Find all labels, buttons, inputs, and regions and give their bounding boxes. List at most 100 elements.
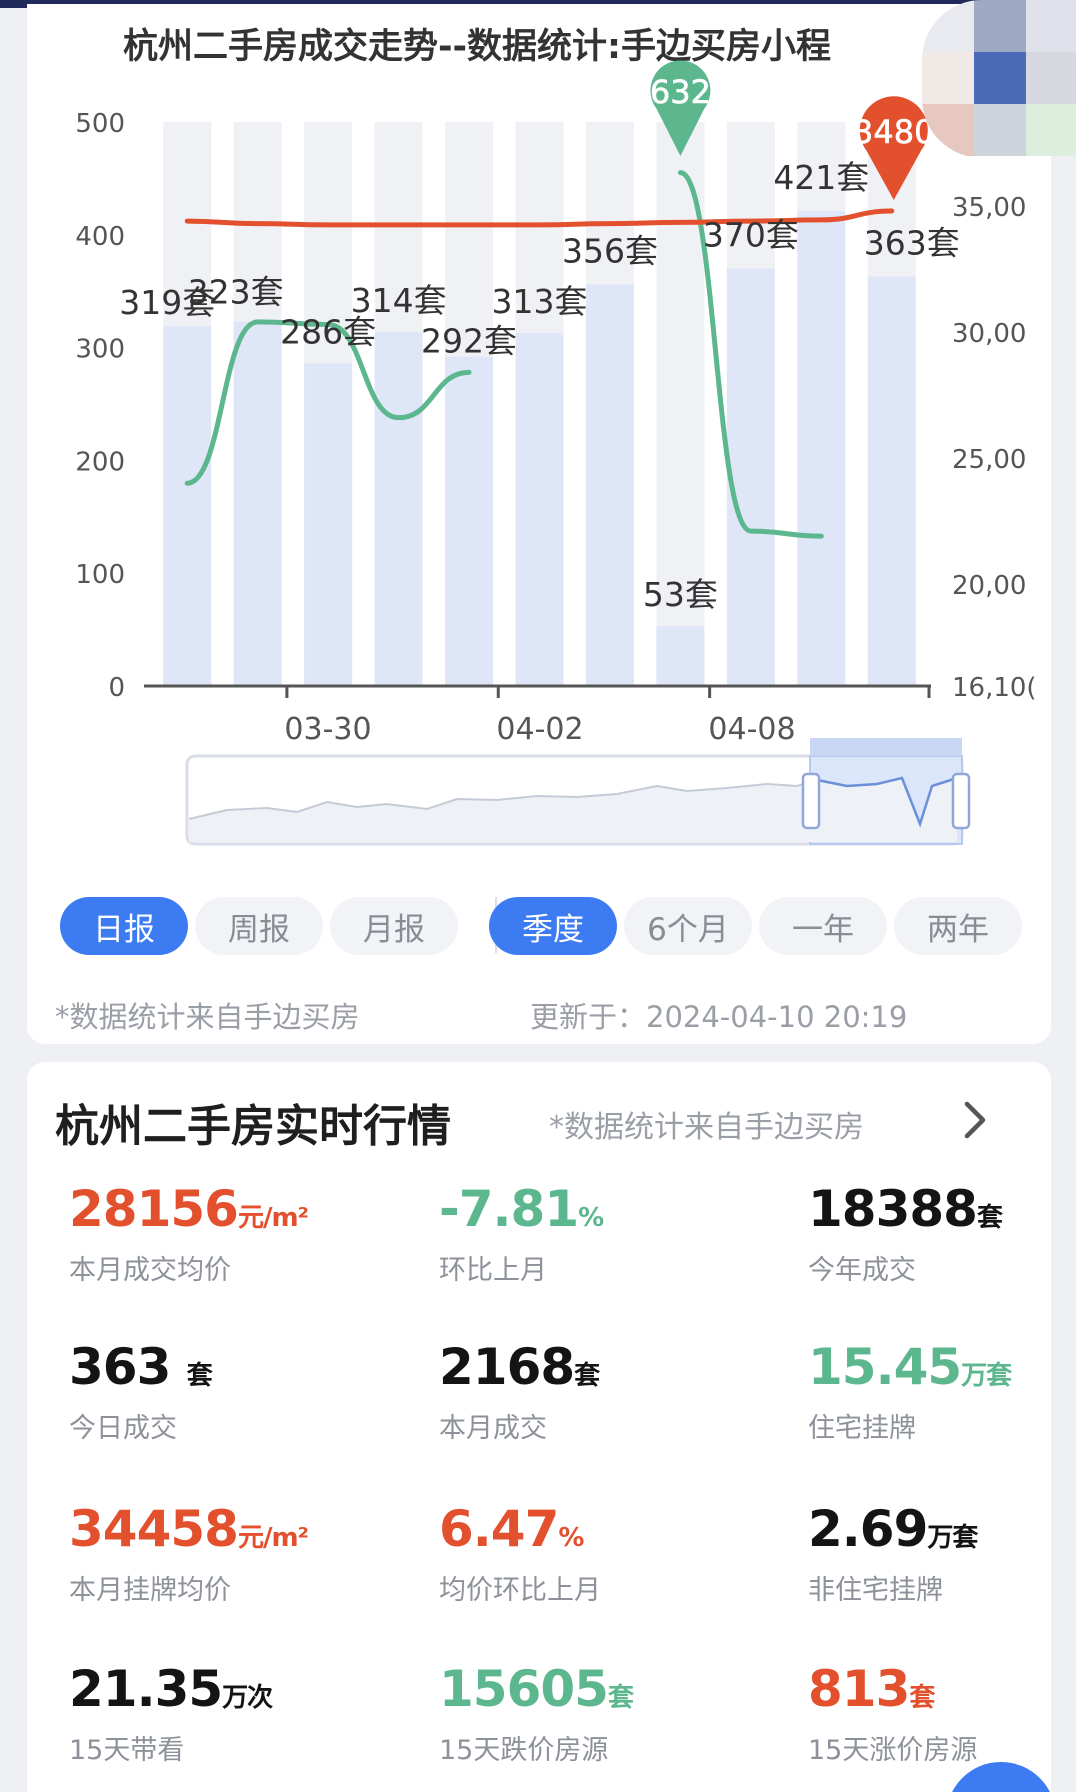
y-left-tick-label: 300 [75,335,125,365]
bar-value-label: 421套 [773,158,869,197]
market-source-note: *数据统计来自手边买房 [549,1110,864,1145]
pin-marker-label: 36325 [630,73,732,111]
stat-value: 2168套 [439,1338,759,1396]
stat-unit: 套 [607,1683,634,1713]
stat-unit: 套 [574,1361,600,1391]
stat-value: 15605套 [439,1660,759,1718]
y-left-tick-label: 0 [108,673,125,703]
zoom-slider-drag-bar [810,738,962,756]
stat-item: 813套 15天涨价房源 [808,1660,1076,1767]
period-tabs: 日报 周报 月报 季度 6个月 一年 两年 [27,897,1076,957]
zoom-slider-handle-right [951,772,971,830]
bar-value-label: 356套 [562,231,658,270]
y-left-tick-label: 400 [75,222,125,252]
stat-value: -7.81% [439,1180,759,1238]
blurred-avatar [922,0,1076,158]
stat-unit: 万套 [927,1523,978,1553]
stat-number: 6.47 [439,1500,559,1558]
y-right-tick-label: 25,00 [952,445,1026,475]
stat-value: 21.35万次 [69,1660,389,1718]
chevron-right-icon[interactable] [955,1098,995,1142]
stat-unit: % [578,1203,604,1233]
x-tick-label: 04-08 [708,712,795,747]
stat-item: 2168套 本月成交 [439,1338,759,1445]
stat-value: 15.45万套 [808,1338,1076,1396]
y-right-tick-label: 30,00 [952,319,1026,349]
stat-item: 18388套今年成交 [808,1180,1076,1287]
stat-number: 813 [808,1660,910,1718]
trend-chart: 0 100 200 300 400 500 16,10( 20,00 25,00 30,00 35,… [75,60,1037,846]
y-right-tick-label: 16,10( [952,673,1037,703]
stat-item: 34458元/m² 本月挂牌均价 [69,1500,389,1607]
stat-number: 21.35 [69,1660,223,1718]
y-left-tick-label: 200 [75,447,125,477]
stat-label: 本月挂牌均价 [69,1575,231,1606]
stat-item: 28156元/m² 本月成交均价 [69,1180,389,1287]
stat-number: 363 [69,1338,187,1396]
y-left-tick-label: 500 [75,109,125,139]
zoom-slider-handle-left [801,772,821,830]
chart-source-note: *数据统计来自手边买房 [55,1000,360,1034]
stat-item: 15.45万套住宅挂牌 [808,1338,1076,1445]
stat-item: 363 套今日成交 [69,1338,389,1445]
bar [304,363,353,686]
stat-value: 28156元/m² [69,1180,389,1238]
tab-quarter[interactable]: 季度 [489,897,617,955]
x-tick-label: 04-02 [496,712,583,747]
bar-value-label: 314套 [351,281,447,320]
tab-monthly[interactable]: 月报 [330,897,458,955]
stat-number: 18388 [808,1180,978,1238]
stat-label: 今日成交 [69,1413,177,1444]
bar-value-label: 363套 [864,224,960,263]
stat-unit: 套 [976,1203,1003,1233]
bar [867,276,916,686]
bar-value-label: 292套 [421,322,517,361]
stat-item: 6.47% 均价环比上月 [439,1500,759,1607]
bar-value-label: 53套 [643,575,718,614]
y-right-tick-label: 35,00 [952,193,1026,223]
market-title: 杭州二手房实时行情 [55,1101,451,1152]
stat-value: 6.47% [439,1500,759,1558]
stat-item: 21.35万次 15天带看 [69,1660,389,1767]
tab-daily[interactable]: 日报 [60,897,188,955]
stat-unit: 万次 [222,1683,273,1713]
stat-unit: 万套 [961,1361,1012,1391]
tab-weekly[interactable]: 周报 [195,897,323,955]
tab-2-years[interactable]: 两年 [894,897,1022,955]
market-card: 杭州二手房实时行情 *数据统计来自手边买房 28156元/m² 本月成交均价 -7.… [27,1062,1051,1792]
stat-item: -7.81% 环比上月 [439,1180,759,1287]
bar [515,332,564,686]
bar-value-label: 370套 [703,216,799,255]
bar [445,356,494,686]
stat-value: 18388套 [808,1180,1076,1238]
bar-value-label: 323套 [188,273,284,312]
stat-label: 今年成交 [808,1255,916,1286]
bar [656,626,705,686]
stat-number: 2168 [439,1338,575,1396]
chart-card: 杭州二手房成交走势--数据统计:手边买房小程 0 100 200 300 400 500 1… [27,4,1051,1044]
stat-unit: 套 [909,1683,935,1713]
stat-unit: % [558,1523,584,1553]
y-right-tick-label: 20,00 [952,571,1026,601]
bar [374,331,423,686]
tab-6-months[interactable]: 6个月 [624,897,752,955]
stat-number: 15.45 [808,1338,962,1396]
x-tick-label: 03-30 [284,712,371,747]
bar [585,284,634,686]
stat-unit: 元/m² [237,1203,309,1233]
tab-1-year[interactable]: 一年 [759,897,887,955]
stat-number: 2.69 [808,1500,928,1558]
stat-value: 34458元/m² [69,1500,389,1558]
stat-label: 15天涨价房源 [808,1735,978,1766]
stat-label: 住宅挂牌 [808,1413,916,1444]
bar [797,211,846,686]
stat-label: 本月成交均价 [69,1255,231,1286]
bar [163,326,212,686]
bar-value-label: 313套 [492,282,588,321]
y-left-tick-label: 100 [75,560,125,590]
stat-number: 28156 [69,1180,239,1238]
stat-item: 2.69万套 非住宅挂牌 [808,1500,1076,1607]
bar [233,321,282,686]
stat-value: 2.69万套 [808,1500,1076,1558]
stat-value: 363 套 [69,1338,389,1396]
